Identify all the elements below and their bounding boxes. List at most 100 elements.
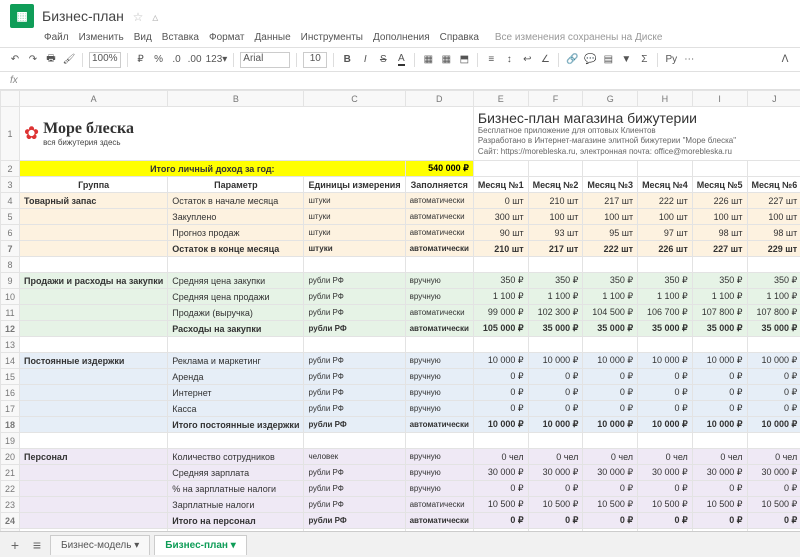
value-cell[interactable]: 0 ₽	[638, 401, 693, 417]
unit-cell[interactable]: рубли РФ	[304, 321, 405, 337]
value-cell[interactable]: 0 ₽	[692, 385, 747, 401]
value-cell[interactable]: 35 000 ₽	[747, 321, 800, 337]
column-header-A[interactable]: A	[20, 91, 168, 107]
fill-cell[interactable]: автоматически	[405, 241, 473, 257]
column-header-B[interactable]: B	[168, 91, 304, 107]
row-header-2[interactable]: 2	[1, 161, 20, 177]
value-cell[interactable]: 350 ₽	[583, 273, 638, 289]
header-month-2[interactable]: Месяц №2	[528, 177, 583, 193]
unit-cell[interactable]: рубли РФ	[304, 497, 405, 513]
param-cell[interactable]: Продажи (выручка)	[168, 305, 304, 321]
print-icon[interactable]: 🖶	[44, 51, 58, 68]
value-cell[interactable]: 10 000 ₽	[528, 417, 583, 433]
row-header-16[interactable]: 16	[1, 385, 20, 401]
unit-cell[interactable]: рубли РФ	[304, 401, 405, 417]
value-cell[interactable]: 0 шт	[473, 193, 528, 209]
group-cell[interactable]	[20, 481, 168, 497]
value-cell[interactable]: 350 ₽	[528, 273, 583, 289]
group-cell[interactable]	[20, 241, 168, 257]
header-month-6[interactable]: Месяц №6	[747, 177, 800, 193]
link-icon[interactable]: 🔗	[565, 54, 579, 65]
value-cell[interactable]: 227 шт	[692, 241, 747, 257]
value-cell[interactable]: 217 шт	[528, 241, 583, 257]
row-header-9[interactable]: 9	[1, 273, 20, 289]
add-sheet-button[interactable]: +	[6, 537, 24, 553]
currency-format[interactable]: ₽	[134, 54, 148, 65]
value-cell[interactable]: 98 шт	[692, 225, 747, 241]
value-cell[interactable]: 0 ₽	[528, 513, 583, 529]
group-cell[interactable]	[20, 401, 168, 417]
value-cell[interactable]: 30 000 ₽	[473, 465, 528, 481]
value-cell[interactable]: 107 800 ₽	[747, 305, 800, 321]
empty[interactable]	[168, 433, 304, 449]
param-cell[interactable]: Реклама и маркетинг	[168, 353, 304, 369]
value-cell[interactable]: 226 шт	[638, 241, 693, 257]
italic-button[interactable]: I	[358, 54, 372, 65]
group-cell[interactable]: Продажи и расходы на закупки	[20, 273, 168, 289]
empty[interactable]	[692, 161, 747, 177]
tab-menu-icon[interactable]: ▾	[231, 540, 236, 551]
param-cell[interactable]: Закуплено	[168, 209, 304, 225]
value-cell[interactable]: 0 ₽	[473, 481, 528, 497]
value-cell[interactable]: 30 000 ₽	[638, 465, 693, 481]
functions-icon[interactable]: Σ	[637, 54, 651, 65]
value-cell[interactable]: 0 ₽	[473, 369, 528, 385]
param-cell[interactable]: Средняя цена закупки	[168, 273, 304, 289]
empty[interactable]	[528, 161, 583, 177]
column-header-C[interactable]: C	[304, 91, 405, 107]
value-cell[interactable]: 10 500 ₽	[528, 497, 583, 513]
value-cell[interactable]: 210 шт	[473, 241, 528, 257]
value-cell[interactable]: 99 000 ₽	[473, 305, 528, 321]
unit-cell[interactable]: рубли РФ	[304, 305, 405, 321]
param-cell[interactable]: Касса	[168, 401, 304, 417]
value-cell[interactable]: 0 чел	[473, 449, 528, 465]
empty[interactable]	[405, 337, 473, 353]
value-cell[interactable]: 0 ₽	[583, 513, 638, 529]
value-cell[interactable]: 0 ₽	[528, 369, 583, 385]
empty[interactable]	[747, 257, 800, 273]
empty[interactable]	[304, 257, 405, 273]
value-cell[interactable]: 0 ₽	[692, 481, 747, 497]
unit-cell[interactable]: рубли РФ	[304, 273, 405, 289]
paint-format-icon[interactable]: 🖌	[62, 54, 76, 65]
row-header-23[interactable]: 23	[1, 497, 20, 513]
rotate-icon[interactable]: ∠	[538, 54, 552, 65]
value-cell[interactable]: 35 000 ₽	[692, 321, 747, 337]
row-header-21[interactable]: 21	[1, 465, 20, 481]
empty[interactable]	[692, 433, 747, 449]
value-cell[interactable]: 1 100 ₽	[583, 289, 638, 305]
value-cell[interactable]: 0 ₽	[692, 401, 747, 417]
value-cell[interactable]: 350 ₽	[747, 273, 800, 289]
column-header-J[interactable]: J	[747, 91, 800, 107]
empty[interactable]	[405, 257, 473, 273]
row-header-20[interactable]: 20	[1, 449, 20, 465]
value-cell[interactable]: 102 300 ₽	[528, 305, 583, 321]
value-cell[interactable]: 0 ₽	[528, 481, 583, 497]
chart-icon[interactable]: ▤	[601, 54, 615, 65]
percent-format[interactable]: %	[152, 54, 166, 65]
value-cell[interactable]: 100 шт	[583, 209, 638, 225]
unit-cell[interactable]: рубли РФ	[304, 513, 405, 529]
fill-cell[interactable]: автоматически	[405, 209, 473, 225]
value-cell[interactable]: 30 000 ₽	[692, 465, 747, 481]
row-header-17[interactable]: 17	[1, 401, 20, 417]
value-cell[interactable]: 10 000 ₽	[692, 417, 747, 433]
empty[interactable]	[638, 433, 693, 449]
empty[interactable]	[528, 433, 583, 449]
unit-cell[interactable]: рубли РФ	[304, 465, 405, 481]
column-header-G[interactable]: G	[583, 91, 638, 107]
brand-logo-cell[interactable]: ✿Море блескався бижутерия здесь	[20, 107, 474, 161]
row-header-6[interactable]: 6	[1, 225, 20, 241]
fill-cell[interactable]: вручную	[405, 369, 473, 385]
column-header-E[interactable]: E	[473, 91, 528, 107]
row-header-24[interactable]: 24	[1, 513, 20, 529]
redo-icon[interactable]: ↷	[26, 54, 40, 65]
fill-cell[interactable]: автоматически	[405, 225, 473, 241]
value-cell[interactable]: 10 500 ₽	[747, 497, 800, 513]
value-cell[interactable]: 10 000 ₽	[528, 353, 583, 369]
value-cell[interactable]: 0 ₽	[583, 481, 638, 497]
value-cell[interactable]: 100 шт	[692, 209, 747, 225]
row-header-11[interactable]: 11	[1, 305, 20, 321]
value-cell[interactable]: 222 шт	[638, 193, 693, 209]
value-cell[interactable]: 107 800 ₽	[692, 305, 747, 321]
